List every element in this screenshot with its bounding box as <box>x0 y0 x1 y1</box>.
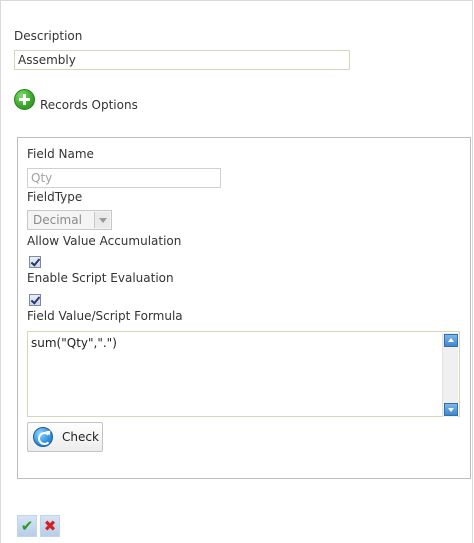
page: Description Assembly Records Options Fie… <box>0 0 474 543</box>
scroll-up-icon[interactable] <box>444 334 458 347</box>
formula-scrollbar[interactable] <box>442 333 458 417</box>
add-circle-icon[interactable] <box>14 89 35 110</box>
records-options-label[interactable]: Records Options <box>40 98 138 112</box>
description-input[interactable]: Assembly <box>14 50 350 70</box>
enable-script-label: Enable Script Evaluation <box>27 271 174 285</box>
formula-text: sum("Qty",".") <box>31 336 117 350</box>
formula-textarea[interactable]: sum("Qty",".") <box>27 331 460 417</box>
chevron-down-icon[interactable] <box>94 212 110 228</box>
field-name-label: Field Name <box>27 147 94 161</box>
ok-button[interactable]: ✔ <box>17 515 37 537</box>
allow-accumulation-checkbox[interactable] <box>29 256 41 268</box>
field-name-input[interactable]: Qty <box>27 168 221 188</box>
description-label: Description <box>14 29 83 43</box>
check-button[interactable]: Check <box>27 422 103 452</box>
checkmark-icon: ✔ <box>20 517 34 535</box>
enable-script-checkbox[interactable] <box>29 294 41 306</box>
allow-accumulation-label: Allow Value Accumulation <box>27 234 182 248</box>
close-icon: ✖ <box>43 517 57 535</box>
formula-label: Field Value/Script Formula <box>27 309 183 323</box>
field-type-select[interactable]: Decimal <box>27 210 112 230</box>
check-button-label: Check <box>62 430 99 444</box>
cancel-button[interactable]: ✖ <box>40 515 60 537</box>
scroll-down-icon[interactable] <box>444 403 458 416</box>
refresh-icon <box>33 427 53 447</box>
field-type-value: Decimal <box>33 213 82 227</box>
field-type-label: FieldType <box>27 190 83 204</box>
